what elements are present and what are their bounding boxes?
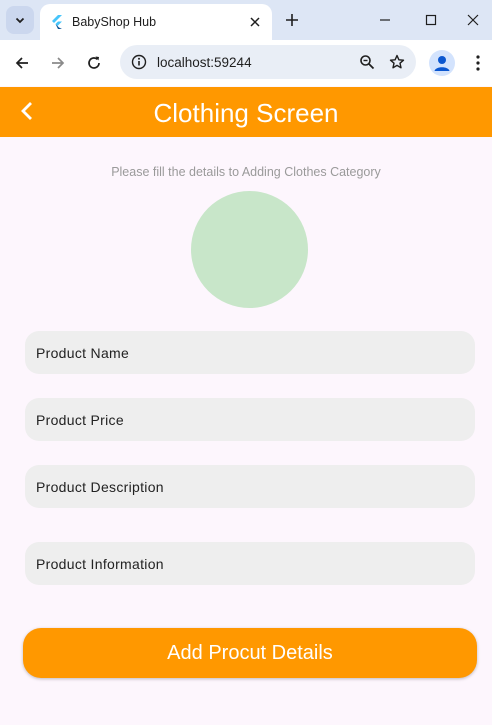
app-bar: Clothing Screen: [0, 87, 492, 137]
close-tab-icon[interactable]: [244, 11, 266, 33]
bookmark-star-icon[interactable]: [382, 47, 412, 77]
chevron-down-icon: [15, 17, 25, 24]
maximize-icon[interactable]: [408, 4, 454, 36]
site-info-icon[interactable]: [130, 53, 148, 71]
profile-avatar-icon[interactable]: [429, 50, 455, 76]
product-description-field[interactable]: Product Description: [25, 465, 475, 508]
new-tab-icon[interactable]: [280, 8, 304, 32]
reload-icon[interactable]: [80, 49, 108, 77]
add-product-details-button[interactable]: Add Procut Details: [23, 628, 477, 678]
close-window-icon[interactable]: [454, 4, 492, 36]
zoom-icon[interactable]: [352, 47, 382, 77]
minimize-icon[interactable]: [362, 4, 408, 36]
tab-title: BabyShop Hub: [72, 15, 157, 29]
forward-arrow-icon[interactable]: [44, 49, 72, 77]
browser-toolbar: localhost:59244: [0, 40, 492, 86]
browser-tab[interactable]: BabyShop Hub: [40, 4, 272, 40]
flutter-icon: [50, 15, 64, 29]
back-arrow-icon[interactable]: [8, 49, 36, 77]
form-instructions: Please fill the details to Adding Clothe…: [111, 165, 381, 179]
product-information-field[interactable]: Product Information: [25, 542, 475, 585]
tab-search-button[interactable]: [6, 6, 34, 34]
browser-tab-strip: BabyShop Hub: [0, 0, 492, 40]
product-price-field[interactable]: Product Price: [25, 398, 475, 441]
more-menu-icon[interactable]: [466, 50, 490, 76]
page-title: Clothing Screen: [153, 98, 339, 128]
address-bar[interactable]: localhost:59244: [120, 45, 416, 79]
image-picker-circle[interactable]: [191, 191, 308, 308]
product-name-field[interactable]: Product Name: [25, 331, 475, 374]
url-text[interactable]: localhost:59244: [157, 55, 352, 70]
